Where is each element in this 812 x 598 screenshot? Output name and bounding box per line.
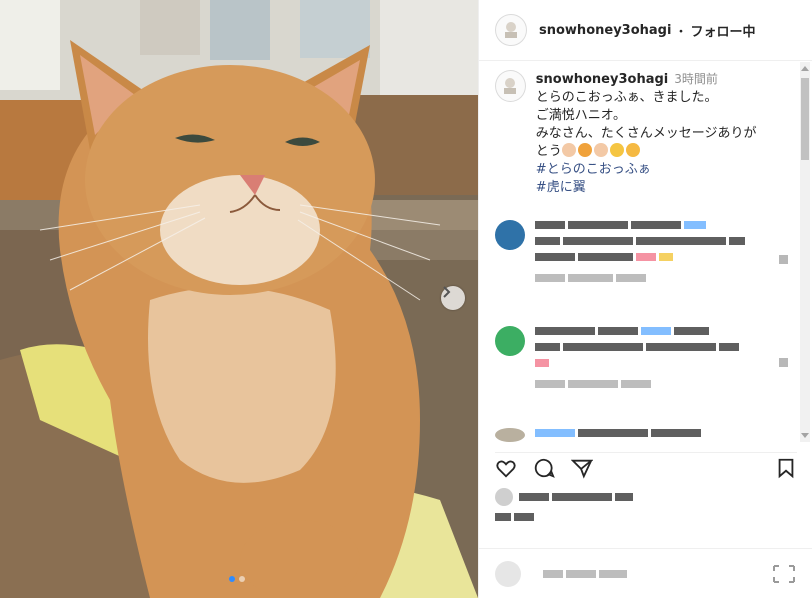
- pixelated-text: [519, 493, 633, 502]
- caption-line: ご満悦ハニオ。: [535, 108, 627, 123]
- post-date-pixelated: [495, 512, 534, 521]
- post-caption: snowhoney3ohagi 3時間前 とらのこおっふぁ、きました。 ご満悦ハニ…: [495, 70, 795, 197]
- scroll-thumb[interactable]: [801, 78, 809, 160]
- pixelated-text: [495, 512, 534, 521]
- post-side-panel: snowhoney3ohagi ・ フォロー中 snowhoney3ohagi 3…: [478, 0, 812, 598]
- header-username[interactable]: snowhoney3ohagi: [539, 23, 671, 38]
- avatar-image: [505, 22, 517, 38]
- comment-item: [495, 220, 745, 289]
- laughing-emoji-icon: [609, 143, 624, 157]
- comment-avatar[interactable]: [495, 428, 525, 442]
- comment-like-heart-icon[interactable]: [779, 358, 788, 367]
- caption-body: snowhoney3ohagi 3時間前 とらのこおっふぁ、きました。 ご満悦ハニ…: [536, 70, 795, 197]
- header-separator: ・: [674, 24, 688, 40]
- heart-icon[interactable]: [495, 457, 517, 479]
- scroll-down-arrow-icon[interactable]: [801, 433, 809, 438]
- comment-icon[interactable]: [533, 457, 555, 479]
- hashtag-link[interactable]: #虎に翼: [536, 179, 795, 197]
- avatar-image: [504, 78, 517, 94]
- heart-eyes-emoji-icon: [625, 143, 640, 157]
- carousel-indicator: [229, 576, 245, 582]
- emoji-picker-icon[interactable]: [495, 560, 521, 587]
- pixelated-text: [535, 358, 739, 367]
- likes-summary[interactable]: [495, 488, 633, 506]
- comment-item-partial: [495, 428, 701, 444]
- caption-line: とう: [535, 144, 562, 159]
- follow-status-button[interactable]: フォロー中: [690, 21, 755, 40]
- tiger-emoji-icon: [577, 143, 592, 157]
- comments-scrollbar[interactable]: [800, 62, 810, 442]
- carousel-dot: [239, 576, 245, 582]
- caption-avatar[interactable]: [495, 70, 526, 102]
- caption-line: とらのこおっふぁ、きました。: [535, 90, 718, 105]
- expand-icon[interactable]: [773, 565, 795, 583]
- pixelated-text: [535, 220, 745, 229]
- chevron-right-icon: [443, 286, 451, 298]
- comment-body-pixelated: [535, 220, 745, 289]
- caption-username[interactable]: snowhoney3ohagi: [536, 72, 668, 87]
- liker-avatar: [495, 488, 513, 506]
- pixelated-text: [535, 252, 745, 261]
- comment-item: [495, 326, 739, 395]
- bookmark-icon[interactable]: [775, 457, 797, 479]
- caption-line-with-emojis: とう: [536, 143, 795, 161]
- instagram-post-modal: snowhoney3ohagi ・ フォロー中 snowhoney3ohagi 3…: [0, 0, 812, 598]
- comment-avatar[interactable]: [495, 220, 525, 250]
- share-icon[interactable]: [571, 457, 593, 479]
- carousel-dot-active: [229, 576, 235, 582]
- add-comment-bar: [479, 548, 812, 598]
- pixelated-text: [535, 236, 745, 245]
- comment-body-pixelated: [535, 326, 739, 395]
- next-photo-button[interactable]: [441, 286, 465, 310]
- comment-avatar[interactable]: [495, 326, 525, 356]
- comment-like-heart-icon[interactable]: [779, 255, 788, 264]
- scroll-up-arrow-icon[interactable]: [801, 66, 809, 71]
- post-photo[interactable]: [0, 0, 478, 598]
- caption-time[interactable]: 3時間前: [674, 72, 718, 86]
- pixelated-text: [535, 342, 739, 351]
- avatar[interactable]: [495, 14, 527, 46]
- pixelated-text: [535, 273, 745, 282]
- pixelated-text: [535, 326, 739, 335]
- clap-emoji-icon: [593, 143, 608, 157]
- comment-input-pixelated[interactable]: [543, 569, 627, 578]
- post-actions-bar: [495, 452, 797, 483]
- clap-emoji-icon: [561, 143, 576, 157]
- caption-line: みなさん、たくさんメッセージありが: [535, 126, 757, 141]
- post-header: snowhoney3ohagi ・ フォロー中: [479, 0, 812, 61]
- comment-body-pixelated: [535, 428, 701, 444]
- pixelated-text: [535, 428, 701, 437]
- hashtag-link[interactable]: #とらのこおっふぁ: [536, 161, 795, 179]
- pixelated-text: [535, 379, 739, 388]
- cat-photo-illustration: [0, 0, 478, 598]
